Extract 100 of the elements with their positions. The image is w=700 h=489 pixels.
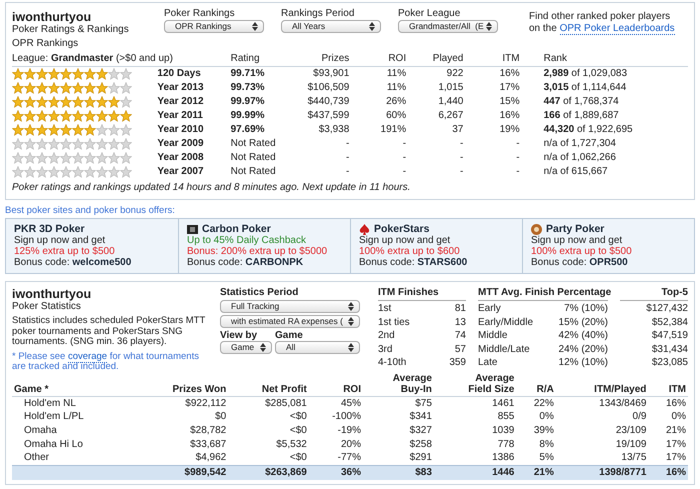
filled-star-icon: [84, 110, 96, 122]
prize-amount: $440,739: [308, 96, 350, 107]
top-prize: $23,085: [652, 356, 688, 370]
table-cell: <$0: [290, 424, 307, 436]
table-cell: 17%: [666, 438, 686, 450]
bonus-code-label: Bonus code:: [187, 257, 244, 268]
table-cell: $75: [415, 398, 432, 409]
played-count: 6,267: [438, 110, 464, 121]
section-heading: ITM Finishes: [378, 287, 466, 301]
updown-icon: [486, 22, 492, 31]
bonus-code: STARS600: [417, 257, 468, 268]
stage-label: Early: [478, 302, 501, 316]
table-cell: 0%: [539, 411, 554, 422]
filled-star-icon: [84, 68, 96, 80]
column-header: Prizes: [322, 53, 350, 64]
played-count: -: [460, 152, 464, 163]
column-header: R/A: [536, 384, 554, 395]
updown-icon: [252, 22, 258, 31]
finish-count: 57: [454, 342, 466, 356]
stage-label: Early/Middle: [478, 316, 534, 330]
column-header: Prizes Won: [172, 384, 226, 395]
dropdown[interactable]: with estimated RA expenses (: [220, 315, 360, 328]
table-cell: $5,532: [276, 438, 307, 450]
site-name: PKR 3D Poker: [14, 223, 85, 235]
rank-value: 3,015 of 1,114,644: [544, 82, 626, 93]
table-cell: 1461: [492, 398, 514, 409]
filled-star-icon: [12, 124, 24, 136]
filled-star-icon: [48, 82, 60, 94]
leaderboard-text: Find other ranked poker players: [529, 11, 672, 23]
rating-value: Not Rated: [230, 152, 276, 163]
leaderboard-link[interactable]: OPR Poker Leaderboards: [560, 23, 675, 35]
filled-star-icon: [96, 110, 108, 122]
game-name: Other: [24, 452, 50, 464]
table-cell: $341: [410, 411, 432, 422]
finish-count: 74: [454, 329, 466, 343]
table-cell: $327: [410, 424, 432, 436]
table-cell: 855: [498, 411, 514, 422]
prize-amount: $3,938: [318, 124, 350, 135]
bonus-offer: Bonus: 200% extra up to $5000: [187, 246, 328, 257]
offers-link[interactable]: Best poker sites and poker bonus offers:: [5, 205, 695, 217]
filled-star-icon: [48, 124, 60, 136]
table-cell: 19/109: [616, 438, 646, 450]
subtitle: Poker Ratings & Rankings: [12, 24, 130, 36]
filled-star-icon: [36, 68, 48, 80]
total-cell: $989,542: [184, 466, 226, 478]
bonus-code: OPR500: [589, 257, 628, 268]
dropdown[interactable]: All: [275, 341, 360, 354]
filled-star-icon: [72, 82, 84, 94]
table-cell: 5%: [539, 452, 554, 464]
rating-value: Not Rated: [230, 166, 276, 177]
rank-value: 166 of 1,889,687: [544, 110, 619, 121]
dropdown[interactable]: Grandmaster/All (E: [398, 20, 498, 33]
rating-value: 97.69%: [230, 124, 265, 135]
stage-percentage: 42% (40%): [558, 329, 608, 343]
played-count: -: [460, 138, 464, 149]
coverage-link[interactable]: coverage: [68, 350, 108, 362]
itm-value: 15%: [500, 96, 520, 107]
table-cell: <$0: [290, 452, 307, 464]
table-cell: 0%: [672, 411, 686, 422]
rank-value: n/a of 1,062,266: [544, 152, 616, 163]
table-cell: 778: [498, 438, 514, 450]
table-cell: 39%: [534, 424, 554, 436]
period-label: 120 Days: [157, 68, 201, 79]
filled-star-icon: [108, 110, 120, 122]
total-cell: 21%: [534, 466, 554, 478]
game-name: Omaha: [24, 424, 57, 436]
roi-value: 26%: [386, 96, 406, 107]
filled-star-icon: [48, 110, 60, 122]
filled-star-icon: [72, 110, 84, 122]
filled-star-icon: [24, 110, 36, 122]
table-cell: 23/109: [616, 424, 646, 436]
itm-value: 16%: [500, 68, 520, 79]
column-header: ROI: [343, 384, 361, 395]
filled-star-icon: [12, 68, 24, 80]
table-cell: $291: [410, 452, 432, 464]
column-header: Average Field Size: [468, 373, 514, 395]
filled-star-icon: [12, 82, 24, 94]
filter-label: Rankings Period: [281, 8, 356, 20]
finish-count: 81: [454, 302, 466, 316]
dropdown[interactable]: Game: [220, 341, 272, 354]
filled-star-icon: [108, 96, 120, 108]
roi-value: 191%: [380, 124, 406, 135]
period-label: Year 2007: [157, 166, 204, 177]
finish-place: 4-10th: [378, 356, 406, 370]
rank-value: 44,320 of 1,922,695: [544, 124, 633, 135]
dropdown[interactable]: All Years: [281, 20, 381, 33]
update-note: Poker ratings and rankings updated 14 hours and 8 minutes ago. Next update in 11 hours.: [12, 182, 410, 193]
filled-star-icon: [72, 68, 84, 80]
itm-value: 17%: [500, 82, 520, 93]
bonus-offer: 125% extra up to $500: [14, 246, 116, 257]
roi-value: 11%: [386, 68, 406, 79]
filled-star-icon: [84, 124, 96, 136]
section-heading: Top-5: [620, 287, 688, 301]
played-count: 1,015: [438, 82, 464, 93]
dropdown[interactable]: Full Tracking: [220, 300, 360, 313]
dropdown[interactable]: OPR Rankings: [164, 20, 264, 33]
column-header: Game *: [14, 384, 48, 395]
prize-amount: $437,599: [308, 110, 350, 121]
top-prize: $52,384: [652, 316, 688, 330]
league-label: League: Grandmaster (>$0 and up): [12, 53, 173, 64]
